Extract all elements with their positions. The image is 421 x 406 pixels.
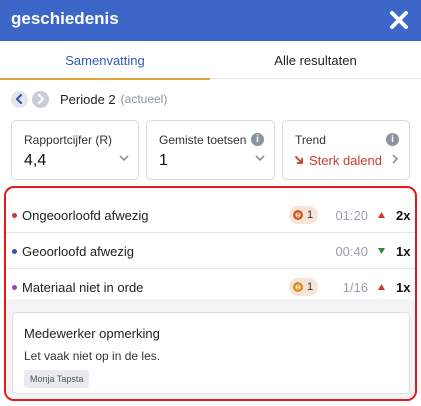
grade-value: 4,4 — [24, 152, 47, 169]
row-label: Ongeoorloofd afwezig — [22, 208, 149, 223]
attendance-row-ongeoorloofd[interactable]: Ongeoorloofd afwezig 1 01:20 2x — [6, 197, 415, 233]
tab-samenvatting[interactable]: Samenvatting — [0, 41, 210, 80]
badge-count: 1 — [307, 281, 314, 293]
comment-text: Let vaak niet op in de les. — [24, 349, 161, 363]
comment-section: Medewerker opmerking Let vaak niet op in… — [6, 299, 415, 399]
row-label: Materiaal niet in orde — [22, 280, 144, 295]
period-selector: Periode 2 (actueel) — [11, 90, 167, 108]
period-label: Periode 2 — [60, 91, 116, 107]
badge-count: 1 — [307, 209, 314, 221]
dialog-header: geschiedenis — [0, 0, 421, 41]
info-icon[interactable]: i — [251, 133, 264, 146]
chevron-down-icon — [119, 155, 129, 162]
trend-title: Trend — [295, 133, 326, 147]
status-dot — [12, 285, 17, 290]
author-tag: Monja Tapsta — [24, 370, 90, 388]
period-status: (actueel) — [120, 92, 168, 106]
row-count: 1x — [396, 244, 411, 259]
row-count: 1x — [396, 280, 411, 295]
grade-card[interactable]: Rapportcijfer (R) 4,4 — [11, 120, 139, 180]
incident-badge: 1 — [289, 278, 319, 296]
chevron-down-icon — [255, 155, 265, 162]
arrow-down-icon — [378, 248, 385, 254]
row-time: 00:40 — [335, 244, 368, 259]
attendance-row-geoorloofd[interactable]: Geoorloofd afwezig 00:40 1x — [6, 233, 415, 269]
missed-tests-title: Gemiste toetsen — [159, 133, 247, 147]
dialog-title: geschiedenis — [11, 9, 119, 28]
row-time: 1/16 — [342, 280, 368, 295]
previous-period-button[interactable] — [11, 90, 28, 108]
trend-card[interactable]: Trend i Sterk dalend — [282, 120, 410, 180]
grade-card-title: Rapportcijfer (R) — [24, 133, 113, 147]
missed-tests-value: 1 — [159, 152, 168, 169]
close-icon[interactable] — [389, 9, 409, 31]
arrow-up-icon — [378, 212, 385, 218]
staff-comment-card: Medewerker opmerking Let vaak niet op in… — [12, 312, 410, 394]
warning-gear-icon — [292, 281, 304, 293]
info-icon[interactable]: i — [386, 133, 399, 146]
comment-title: Medewerker opmerking — [24, 326, 160, 341]
chevron-right-icon — [37, 94, 45, 104]
row-time: 01:20 — [335, 208, 368, 223]
trend-down-arrow-icon — [295, 156, 303, 164]
status-dot — [12, 249, 17, 254]
trend-value-wrap: Sterk dalend — [295, 153, 382, 168]
arrow-up-icon — [378, 284, 385, 290]
tab-alle-resultaten[interactable]: Alle resultaten — [210, 41, 421, 79]
attendance-panel: Ongeoorloofd afwezig 1 01:20 2x Geoorloo… — [4, 186, 417, 401]
trend-value: Sterk dalend — [309, 153, 382, 168]
tab-bar: Samenvatting Alle resultaten — [0, 41, 421, 80]
warning-gear-icon — [292, 209, 304, 221]
missed-tests-card[interactable]: Gemiste toetsen i 1 — [146, 120, 275, 180]
chevron-left-icon — [15, 94, 23, 104]
chevron-right-icon — [392, 154, 399, 164]
status-dot — [12, 213, 17, 218]
row-count: 2x — [396, 208, 411, 223]
summary-cards: Rapportcijfer (R) 4,4 Gemiste toetsen i … — [0, 120, 421, 180]
next-period-button[interactable] — [32, 90, 49, 108]
incident-badge: 1 — [289, 206, 319, 224]
row-label: Geoorloofd afwezig — [22, 244, 135, 259]
